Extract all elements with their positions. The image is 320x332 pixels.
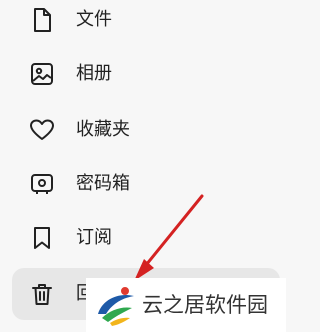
trash-icon	[28, 280, 56, 308]
bookmark-icon	[28, 224, 56, 252]
sidebar-item-label: 相册	[76, 63, 112, 84]
sidebar-item-label: 收藏夹	[76, 119, 130, 140]
sidebar-item-favorites[interactable]: 收藏夹	[12, 104, 280, 156]
watermark-text: 云之居软件园	[142, 293, 268, 317]
sidebar-item-subscriptions[interactable]: 订阅	[12, 212, 280, 264]
watermark-logo-icon	[92, 282, 138, 328]
sidebar-item-photos[interactable]: 相册	[12, 48, 280, 100]
sidebar-item-files[interactable]: 文件	[12, 0, 280, 46]
sidebar-item-label: 密码箱	[76, 173, 130, 194]
file-icon	[28, 6, 56, 34]
sidebar-item-label: 订阅	[76, 227, 112, 248]
sidebar-item-safe[interactable]: 密码箱	[12, 158, 280, 210]
safe-icon	[28, 170, 56, 198]
heart-icon	[28, 116, 56, 144]
watermark: 云之居软件园	[86, 278, 286, 332]
sidebar-item-label: 文件	[76, 9, 112, 30]
photo-icon	[28, 60, 56, 88]
